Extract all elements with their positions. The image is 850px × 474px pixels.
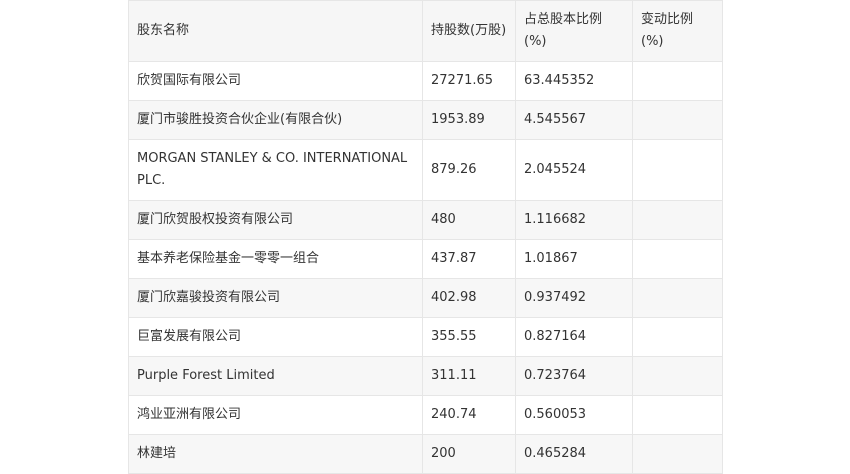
cell-shares: 27271.65 [422,61,516,101]
cell-ratio: 2.045524 [515,139,633,201]
cell-change [632,434,723,474]
cell-name: 林建培 [128,434,423,474]
cell-ratio: 4.545567 [515,100,633,140]
cell-ratio: 0.465284 [515,434,633,474]
shareholder-table-container: 股东名称 持股数(万股) 占总股本比例(%) 变动比例(%) 欣贺国际有限公司 … [128,0,723,474]
cell-change [632,278,723,318]
table-row: 厦门欣嘉骏投资有限公司 402.98 0.937492 [128,278,723,318]
cell-change [632,317,723,357]
cell-ratio: 1.01867 [515,239,633,279]
cell-shares: 402.98 [422,278,516,318]
cell-change [632,356,723,396]
cell-name: 厦门欣嘉骏投资有限公司 [128,278,423,318]
cell-shares: 879.26 [422,139,516,201]
cell-shares: 1953.89 [422,100,516,140]
cell-shares: 311.11 [422,356,516,396]
cell-change [632,239,723,279]
header-share-ratio: 占总股本比例(%) [515,0,633,62]
header-shareholder-name: 股东名称 [128,0,423,62]
cell-shares: 355.55 [422,317,516,357]
cell-name: 巨富发展有限公司 [128,317,423,357]
header-shares-held: 持股数(万股) [422,0,516,62]
cell-name: 厦门欣贺股权投资有限公司 [128,200,423,240]
table-row: 厦门市骏胜投资合伙企业(有限合伙) 1953.89 4.545567 [128,100,723,140]
cell-change [632,61,723,101]
table-row: 鸿业亚洲有限公司 240.74 0.560053 [128,395,723,435]
cell-name: 鸿业亚洲有限公司 [128,395,423,435]
cell-ratio: 0.937492 [515,278,633,318]
table-header-row: 股东名称 持股数(万股) 占总股本比例(%) 变动比例(%) [128,0,723,62]
cell-shares: 437.87 [422,239,516,279]
cell-name: Purple Forest Limited [128,356,423,396]
cell-name: 厦门市骏胜投资合伙企业(有限合伙) [128,100,423,140]
cell-change [632,139,723,201]
cell-ratio: 1.116682 [515,200,633,240]
header-change-ratio: 变动比例(%) [632,0,723,62]
cell-change [632,200,723,240]
table-row: 巨富发展有限公司 355.55 0.827164 [128,317,723,357]
cell-change [632,395,723,435]
cell-name: 欣贺国际有限公司 [128,61,423,101]
cell-ratio: 63.445352 [515,61,633,101]
table-row: 厦门欣贺股权投资有限公司 480 1.116682 [128,200,723,240]
cell-shares: 240.74 [422,395,516,435]
shareholder-table: 股东名称 持股数(万股) 占总股本比例(%) 变动比例(%) 欣贺国际有限公司 … [128,0,723,474]
cell-ratio: 0.827164 [515,317,633,357]
cell-name: 基本养老保险基金一零零一组合 [128,239,423,279]
cell-ratio: 0.723764 [515,356,633,396]
cell-ratio: 0.560053 [515,395,633,435]
cell-shares: 480 [422,200,516,240]
table-row: 欣贺国际有限公司 27271.65 63.445352 [128,61,723,101]
table-row: Purple Forest Limited 311.11 0.723764 [128,356,723,396]
cell-name: MORGAN STANLEY & CO. INTERNATIONAL PLC. [128,139,423,201]
table-row: 林建培 200 0.465284 [128,434,723,474]
cell-shares: 200 [422,434,516,474]
table-row: MORGAN STANLEY & CO. INTERNATIONAL PLC. … [128,139,723,201]
cell-change [632,100,723,140]
table-row: 基本养老保险基金一零零一组合 437.87 1.01867 [128,239,723,279]
